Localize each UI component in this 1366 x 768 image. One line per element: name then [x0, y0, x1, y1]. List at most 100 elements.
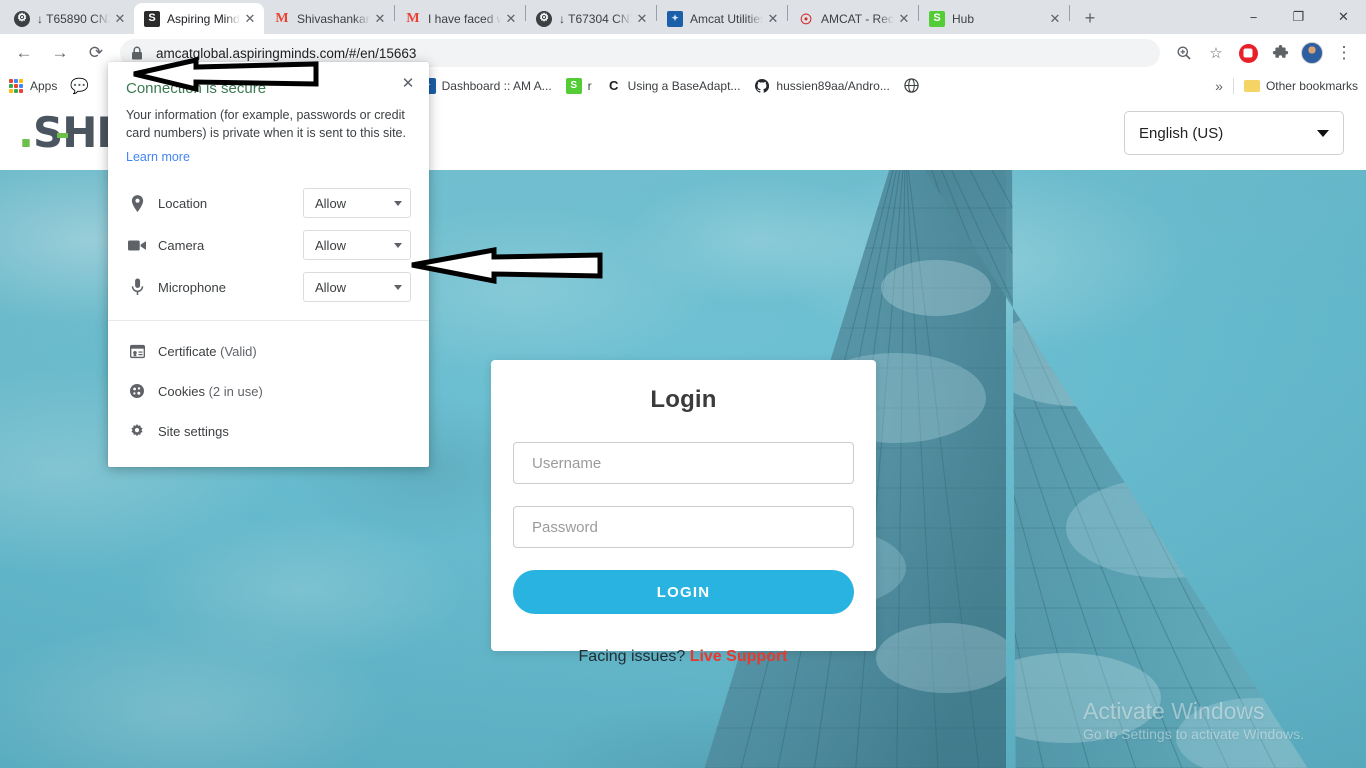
tab-close-icon[interactable]: ✕	[503, 11, 519, 27]
bookmark-item[interactable]: hussien89aa/Andro...	[754, 78, 890, 94]
certificate-row[interactable]: Certificate (Valid)	[126, 331, 411, 371]
globe-icon	[904, 78, 920, 94]
bookmark-label: Using a BaseAdapt...	[627, 78, 741, 93]
cookies-row[interactable]: Cookies (2 in use)	[126, 371, 411, 411]
cookies-label: Cookies (2 in use)	[158, 384, 263, 399]
bookmark-star-icon[interactable]: ☆	[1202, 39, 1230, 67]
bookmark-item[interactable]	[904, 78, 926, 94]
browser-tab[interactable]: M Shivashankar S ✕	[264, 3, 394, 34]
forward-button[interactable]: →	[45, 38, 75, 68]
bookmark-label: r	[587, 78, 592, 93]
permission-row-camera: Camera Allow	[126, 224, 411, 266]
shl-icon: S	[144, 10, 160, 27]
tab-title: AMCAT - Recr	[821, 11, 894, 26]
bookmark-item[interactable]: ✦ Dashboard :: AM A...	[419, 77, 552, 94]
permission-row-microphone: Microphone Allow	[126, 266, 411, 308]
close-icon[interactable]: ✕	[397, 72, 419, 94]
cookie-icon	[126, 383, 148, 399]
chevron-down-icon	[1317, 129, 1329, 137]
bookmark-item[interactable]: C Using a BaseAdapt...	[606, 78, 741, 94]
tab-title: ↓ T65890 CNX	[37, 11, 110, 26]
adblock-icon[interactable]	[1234, 39, 1262, 67]
extensions-puzzle-icon[interactable]	[1266, 39, 1294, 67]
certificate-label: Certificate (Valid)	[158, 344, 257, 359]
browser-tab[interactable]: ☉ AMCAT - Recr ✕	[788, 3, 918, 34]
cookies-name: Cookies	[158, 383, 205, 399]
browser-tab-active[interactable]: S Aspiring Minds ✕	[134, 3, 264, 34]
browser-tab[interactable]: ⚙ ↓ T65890 CNX ✕	[4, 3, 134, 34]
browser-tab[interactable]: ⚙ ↓ T67304 CNX ✕	[526, 3, 656, 34]
hub-icon: S	[565, 77, 582, 94]
close-window-button[interactable]: ✕	[1321, 0, 1366, 34]
tab-close-icon[interactable]: ✕	[634, 11, 650, 27]
minimize-button[interactable]: −	[1231, 0, 1276, 34]
zoom-icon[interactable]	[1170, 39, 1198, 67]
other-bookmarks-label[interactable]: Other bookmarks	[1266, 79, 1358, 93]
permission-select-camera[interactable]: Allow	[303, 230, 411, 261]
chevron-down-icon	[394, 242, 402, 248]
cookies-count: (2 in use)	[204, 383, 263, 399]
new-tab-button[interactable]: +	[1076, 4, 1104, 32]
activate-windows-subtitle: Go to Settings to activate Windows.	[1083, 726, 1304, 742]
connection-status-title: Connection is secure	[126, 80, 267, 97]
bookmark-item[interactable]: S r	[565, 77, 592, 94]
site-settings-row[interactable]: Site settings	[126, 411, 411, 451]
browser-tab[interactable]: M I have faced w ✕	[395, 3, 525, 34]
tab-close-icon[interactable]: ✕	[242, 11, 258, 27]
c-icon: C	[608, 78, 619, 93]
username-input[interactable]	[513, 442, 854, 484]
back-button[interactable]: ←	[9, 38, 39, 68]
camera-icon	[126, 239, 148, 252]
tab-title: Aspiring Minds	[167, 11, 240, 26]
permission-label: Camera	[158, 237, 205, 253]
url-text: amcatglobal.aspiringminds.com/#/en/15663	[156, 45, 417, 61]
bookmark-label: Apps	[30, 78, 58, 93]
tab-title: Hub	[952, 11, 975, 26]
gear-icon: ⚙	[536, 10, 552, 27]
hub-icon: S	[929, 10, 945, 27]
bookmarks-overflow-button[interactable]: »	[1215, 78, 1223, 94]
bookmark-apps[interactable]: Apps	[8, 78, 57, 94]
location-pin-icon	[126, 194, 148, 212]
bookmarks-overflow-area: » Other bookmarks	[1215, 77, 1358, 94]
live-support-link[interactable]: Live Support	[690, 648, 788, 665]
connection-description: Your information (for example, passwords…	[126, 108, 406, 141]
tab-close-icon[interactable]: ✕	[1047, 11, 1063, 27]
language-selector-value: English (US)	[1139, 124, 1224, 142]
certificate-status: (Valid)	[216, 343, 257, 359]
browser-tab[interactable]: S Hub ✕	[919, 3, 1069, 34]
permission-select-location[interactable]: Allow	[303, 188, 411, 219]
bookmark-item[interactable]: 💬	[70, 78, 93, 95]
bookmark-label: Dashboard :: AM A...	[441, 78, 552, 93]
profile-avatar[interactable]	[1298, 39, 1326, 67]
window-controls: − ❐ ✕	[1231, 0, 1366, 34]
amcat-icon: ✦	[667, 10, 683, 27]
gear-icon: ⚙	[14, 10, 30, 27]
permission-label: Location	[158, 195, 208, 211]
divider	[1232, 77, 1234, 94]
tab-title: Amcat Utilities	[690, 11, 763, 26]
github-icon	[754, 78, 770, 94]
tab-close-icon[interactable]: ✕	[112, 11, 128, 27]
reload-button[interactable]: ⟳	[81, 38, 111, 68]
chevron-down-icon	[394, 200, 402, 206]
tab-title: I have faced w	[428, 11, 501, 26]
login-button[interactable]: LOGIN	[513, 570, 854, 614]
chrome-menu-icon[interactable]: ⋮	[1330, 39, 1358, 67]
maximize-button[interactable]: ❐	[1276, 0, 1321, 34]
permission-value: Allow	[315, 279, 347, 295]
tab-close-icon[interactable]: ✕	[372, 11, 388, 27]
certificate-name: Certificate	[158, 343, 217, 359]
amcat-red-icon: ☉	[799, 10, 813, 27]
site-information-popup: ✕ Connection is secure Your information …	[108, 62, 429, 468]
permission-select-microphone[interactable]: Allow	[303, 272, 411, 303]
permission-value: Allow	[315, 195, 347, 211]
login-card: Login LOGIN	[491, 360, 876, 651]
tab-close-icon[interactable]: ✕	[765, 11, 781, 27]
password-input[interactable]	[513, 506, 854, 548]
browser-tab[interactable]: ✦ Amcat Utilities ✕	[657, 3, 787, 34]
language-selector[interactable]: English (US)	[1124, 111, 1344, 155]
chevron-down-icon	[394, 284, 402, 290]
learn-more-link[interactable]: Learn more	[126, 150, 190, 164]
tab-close-icon[interactable]: ✕	[896, 11, 912, 27]
